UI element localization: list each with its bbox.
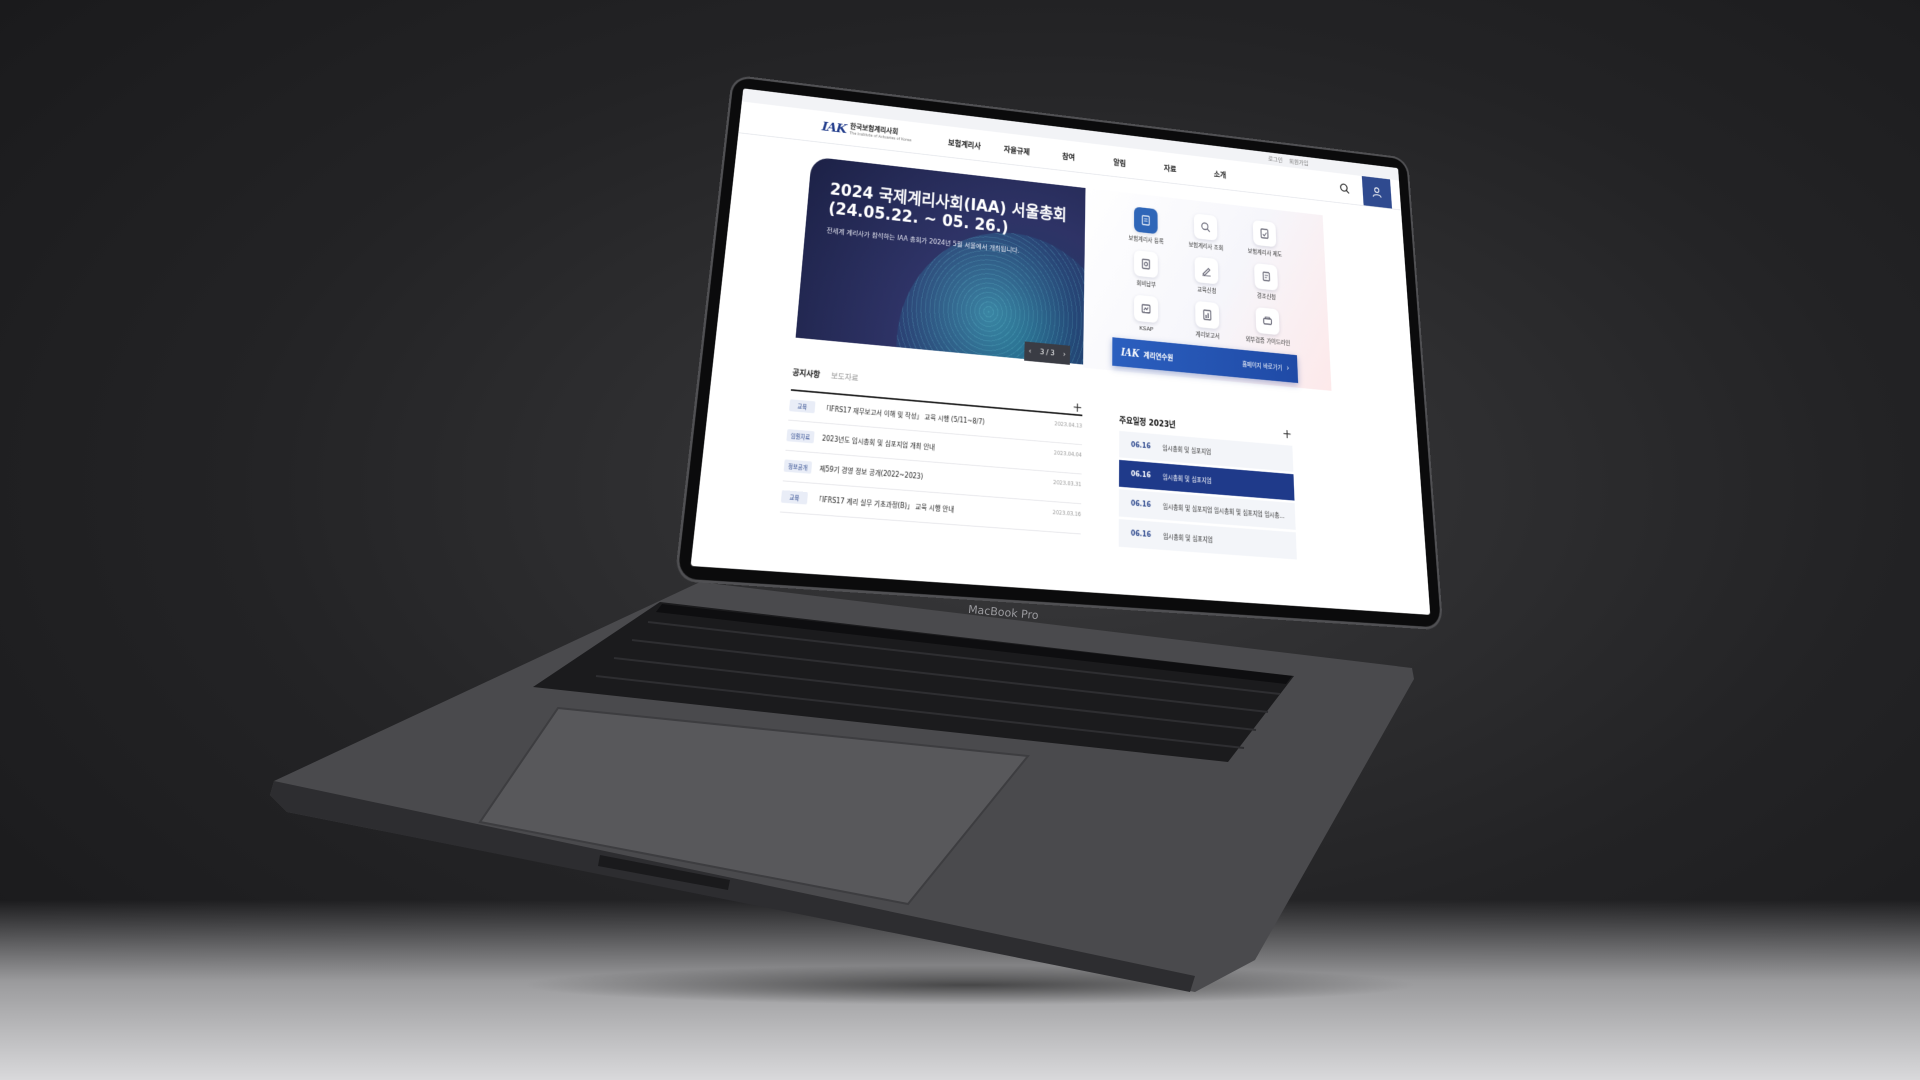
quick-link-guideline[interactable]: 외부검증 가이드라인 bbox=[1237, 305, 1298, 348]
quick-link-label: 외부검증 가이드라인 bbox=[1245, 335, 1291, 347]
laptop-screen: 로그인 회원가입 IAK 한국보험계리사회 The Institute of A… bbox=[677, 77, 1442, 628]
nav-item-news[interactable]: 알림 bbox=[1094, 153, 1145, 170]
quick-link-education[interactable]: 교육신청 bbox=[1176, 255, 1237, 298]
cta-link: 홈페이지 바로가기 bbox=[1242, 360, 1283, 372]
education-icon bbox=[1194, 256, 1219, 285]
nav-item-resources[interactable]: 자료 bbox=[1145, 159, 1195, 176]
banner-pager: ‹ 3 / 3 › bbox=[1024, 341, 1071, 365]
site-logo[interactable]: IAK 한국보험계리사회 The Institute of Actuaries … bbox=[821, 119, 938, 147]
search-icon[interactable] bbox=[1339, 182, 1350, 194]
quick-link-report[interactable]: 계리보고서 bbox=[1177, 299, 1238, 343]
schedule-text: 임시총회 및 심포지엄 임시총회 및 심포지엄 임시총... bbox=[1162, 502, 1285, 520]
nav-item-actuary[interactable]: 보험계리사 bbox=[938, 135, 991, 152]
laptop-shadow bbox=[520, 965, 1420, 1005]
schedule-panel: 주요일정 2023년 + 06.16 임시총회 및 심포지엄 06.16 임시총… bbox=[1118, 413, 1297, 562]
register-icon bbox=[1134, 206, 1158, 235]
quick-link-label: 교육신청 bbox=[1197, 285, 1217, 295]
hero-banner[interactable]: 2024 국제계리사회(IAA) 서울총회 (24.05.22. ~ 05. 2… bbox=[795, 156, 1086, 365]
guide-icon bbox=[1255, 307, 1280, 336]
quick-link-lookup[interactable]: 보험계리사 조회 bbox=[1176, 211, 1236, 253]
notices-more-icon[interactable]: + bbox=[1072, 399, 1082, 415]
website: 로그인 회원가입 IAK 한국보험계리사회 The Institute of A… bbox=[690, 88, 1431, 615]
quick-link-payment[interactable]: 회비납부 bbox=[1116, 248, 1177, 291]
notice-date: 2023.04.04 bbox=[1053, 449, 1082, 459]
cta-name: 계리연수원 bbox=[1143, 351, 1174, 363]
chevron-right-icon[interactable]: › bbox=[1063, 351, 1066, 359]
schedule-date: 06.16 bbox=[1130, 529, 1152, 540]
quick-link-policy[interactable]: 보험계리사 제도 bbox=[1235, 218, 1295, 260]
ksap-icon bbox=[1134, 294, 1159, 324]
signup-link[interactable]: 회원가입 bbox=[1289, 157, 1309, 167]
notice-date: 2023.04.13 bbox=[1054, 420, 1083, 430]
payment-icon bbox=[1134, 250, 1159, 279]
schedule-more-icon[interactable]: + bbox=[1282, 426, 1292, 442]
chevron-right-icon: › bbox=[1286, 363, 1290, 373]
notice-title: 2023년도 임시총회 및 심포지엄 개최 안내 bbox=[821, 434, 936, 452]
request-icon bbox=[1253, 263, 1278, 291]
chevron-left-icon[interactable]: ‹ bbox=[1029, 347, 1032, 355]
notice-title: 「IFRS17 계리 실무 기초과정(B)」 교육 시행 안내 bbox=[815, 494, 955, 514]
quick-link-label: 회비납부 bbox=[1136, 279, 1156, 289]
schedule-text: 임시총회 및 심포지엄 bbox=[1162, 444, 1212, 456]
notice-title: 제59기 경영 정보 공개(2022~2023) bbox=[819, 464, 924, 481]
quick-link-request[interactable]: 경조신청 bbox=[1236, 261, 1296, 304]
notice-badge: 교육 bbox=[789, 399, 816, 414]
user-button[interactable] bbox=[1361, 176, 1393, 209]
schedule-date: 06.16 bbox=[1130, 470, 1151, 480]
schedule-text: 임시총회 및 심포지엄 bbox=[1163, 532, 1213, 544]
notice-badge: 정보공개 bbox=[783, 459, 813, 474]
nav-item-about[interactable]: 소개 bbox=[1195, 165, 1245, 181]
user-icon bbox=[1371, 186, 1382, 198]
login-link[interactable]: 로그인 bbox=[1268, 155, 1283, 164]
notice-board: 공지사항 보도자료 + 교육 「IFRS17 재무보고서 이해 및 작성」 교육… bbox=[779, 362, 1083, 535]
search-doc-icon bbox=[1193, 213, 1218, 241]
quick-link-register[interactable]: 보험계리사 등록 bbox=[1116, 205, 1176, 248]
quick-link-label: 계리보고서 bbox=[1195, 330, 1220, 340]
quick-link-label: 경조신청 bbox=[1256, 292, 1276, 301]
quick-link-label: 보험계리사 조회 bbox=[1188, 241, 1224, 252]
nav-item-self-regulation[interactable]: 자율규제 bbox=[991, 141, 1043, 158]
quick-link-ksap[interactable]: KSAP bbox=[1115, 293, 1177, 337]
notice-badge: 임원자료 bbox=[786, 429, 815, 444]
nav-item-participation[interactable]: 참여 bbox=[1043, 147, 1095, 164]
quick-link-label: KSAP bbox=[1139, 324, 1154, 333]
schedule-date: 06.16 bbox=[1130, 440, 1151, 451]
schedule-date: 06.16 bbox=[1130, 499, 1151, 510]
policy-icon bbox=[1252, 220, 1277, 248]
notice-title: 「IFRS17 재무보고서 이해 및 작성」 교육 시행 (5/11~8/7) bbox=[822, 404, 985, 426]
tab-press[interactable]: 보도자료 bbox=[831, 369, 859, 384]
logo-mark: IAK bbox=[821, 119, 847, 137]
schedule-text: 임시총회 및 심포지엄 bbox=[1162, 473, 1212, 485]
notice-date: 2023.03.16 bbox=[1052, 508, 1082, 518]
cta-logo: IAK bbox=[1120, 346, 1140, 360]
quick-link-label: 보험계리사 제도 bbox=[1247, 247, 1283, 259]
device-brand: MacBook Pro bbox=[967, 602, 1040, 623]
quick-link-label: 보험계리사 등록 bbox=[1128, 234, 1164, 246]
pager-counter: 3 / 3 bbox=[1039, 348, 1055, 358]
tab-notices[interactable]: 공지사항 bbox=[792, 366, 821, 380]
report-icon bbox=[1195, 300, 1220, 330]
notice-date: 2023.03.31 bbox=[1053, 478, 1082, 488]
notice-badge: 교육 bbox=[780, 490, 808, 505]
